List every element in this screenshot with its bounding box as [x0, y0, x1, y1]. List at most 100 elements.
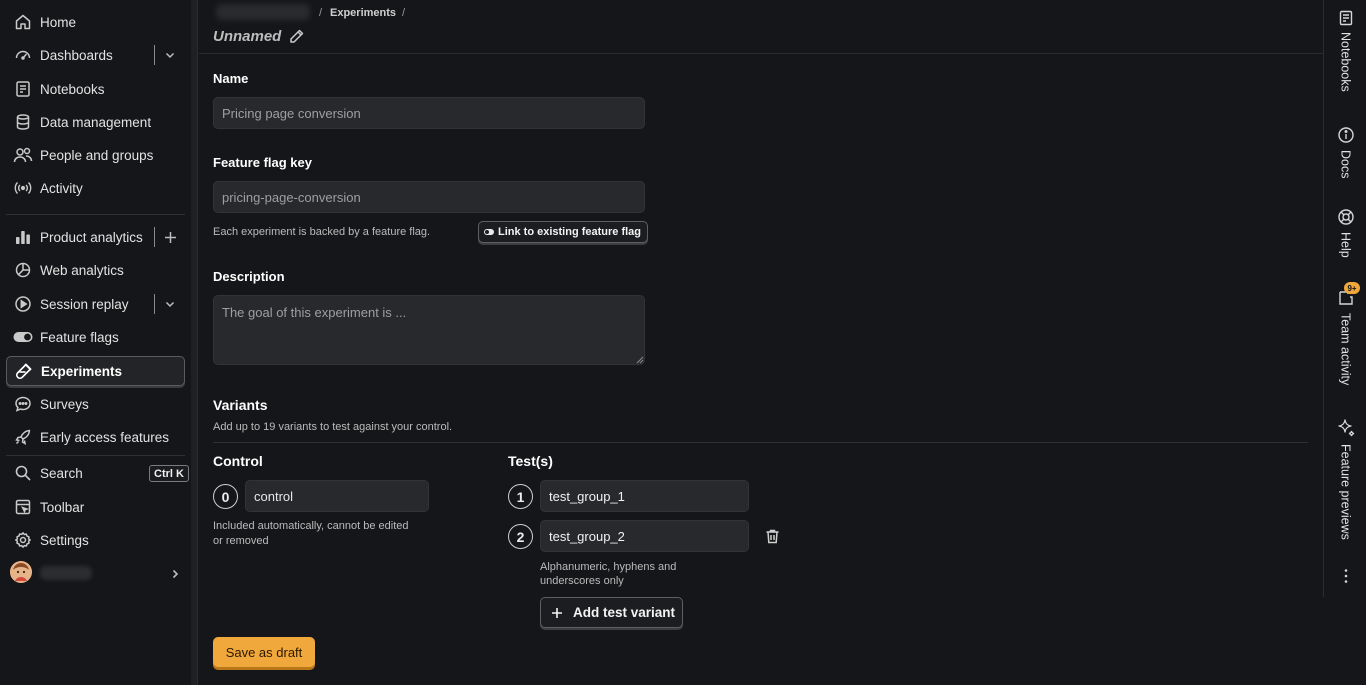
right-item-label: Notebooks: [1338, 32, 1353, 92]
sidebar-item-label: People and groups: [40, 147, 154, 163]
more-vertical-icon: [1343, 568, 1349, 584]
breadcrumb-separator: /: [319, 7, 323, 19]
page-title[interactable]: Unnamed: [213, 28, 281, 45]
sidebar-item-label: Web analytics: [40, 262, 124, 278]
chevron-down-icon[interactable]: [162, 47, 178, 63]
right-item-feature-previews[interactable]: Feature previews: [1324, 418, 1366, 540]
control-title: Control: [213, 453, 263, 469]
divider: [154, 294, 155, 314]
save-as-draft-button[interactable]: Save as draft: [213, 637, 315, 667]
main-content: / Experiments / Unnamed Name Pricing pag…: [199, 0, 1323, 597]
bar-chart-icon: [13, 227, 33, 247]
sidebar-item-label: Session replay: [40, 296, 129, 312]
right-item-label: Help: [1338, 232, 1353, 258]
sidebar-item-label: Activity: [40, 180, 83, 196]
feature-flag-key-input[interactable]: pricing-page-conversion: [213, 181, 645, 213]
tests-help-text-line2: underscores only: [540, 575, 624, 587]
feature-flag-help-text: Each experiment is backed by a feature f…: [213, 226, 431, 238]
people-icon: [13, 145, 33, 165]
play-icon: [13, 294, 33, 314]
sidebar-item-label: Surveys: [40, 396, 89, 412]
link-existing-flag-button[interactable]: Link to existing feature flag: [478, 221, 649, 243]
sparkle-icon: [1336, 418, 1356, 438]
add-test-variant-button[interactable]: Add test variant: [540, 597, 683, 628]
plus-icon: [551, 607, 563, 619]
sidebar-resize-handle[interactable]: [191, 0, 198, 685]
link-existing-flag-label: Link to existing feature flag: [498, 226, 642, 238]
sidebar-item-label: Dashboards: [40, 47, 113, 63]
tests-help-text-line1: Alphanumeric, hyphens and: [540, 561, 677, 573]
sidebar-item-product-analytics[interactable]: Product analytics: [6, 222, 185, 252]
right-item-label: Team activity: [1338, 313, 1353, 386]
variant-index-badge: 2: [508, 524, 533, 549]
control-help-text-line1: Included automatically, cannot be edited: [213, 520, 409, 532]
search-icon: [13, 463, 33, 483]
sidebar-item-web-analytics[interactable]: Web analytics: [6, 255, 185, 285]
flask-icon: [14, 361, 34, 381]
chevron-down-icon[interactable]: [162, 296, 178, 312]
home-icon: [13, 12, 33, 32]
sidebar-item-activity[interactable]: Activity: [6, 173, 185, 203]
right-item-label: Docs: [1338, 150, 1353, 179]
right-item-notebooks[interactable]: Notebooks: [1324, 10, 1366, 92]
tests-title: Test(s): [508, 453, 553, 469]
sidebar-item-label: Home: [40, 14, 77, 30]
left-sidebar: Home Dashboards Notebooks Data managemen…: [0, 0, 191, 685]
divider: [154, 45, 155, 65]
sidebar-item-label: Feature flags: [40, 329, 119, 345]
sidebar-item-label: Search: [40, 465, 83, 481]
pencil-icon[interactable]: [288, 28, 305, 45]
rocket-icon: [13, 427, 33, 447]
database-icon: [13, 112, 33, 132]
trash-icon[interactable]: [764, 528, 781, 545]
toolbar-icon: [13, 497, 33, 517]
sidebar-item-label: Toolbar: [40, 499, 85, 515]
notebook-icon: [13, 79, 33, 99]
sidebar-item-feature-flags[interactable]: Feature flags: [6, 322, 185, 352]
sidebar-item-label: Notebooks: [40, 81, 105, 97]
lifebuoy-icon: [1337, 208, 1355, 226]
sidebar-item-notebooks[interactable]: Notebooks: [6, 74, 185, 104]
resize-handle-icon[interactable]: [636, 356, 644, 364]
breadcrumb-experiments[interactable]: Experiments: [330, 7, 396, 19]
sidebar-item-settings[interactable]: Settings: [6, 525, 185, 555]
sidebar-item-session-replay[interactable]: Session replay: [6, 289, 185, 319]
sidebar-item-toolbar[interactable]: Toolbar: [6, 492, 185, 522]
name-input[interactable]: Pricing page conversion: [213, 97, 645, 129]
control-variant-input: control: [245, 480, 429, 512]
notification-badge: 9+: [1344, 282, 1360, 294]
avatar[interactable]: [10, 561, 32, 583]
info-icon: [1337, 126, 1355, 144]
page-header: / Experiments / Unnamed: [199, 0, 1323, 54]
sidebar-item-data-management[interactable]: Data management: [6, 107, 185, 137]
test-variant-input[interactable]: test_group_1: [540, 480, 749, 512]
divider: [6, 455, 185, 456]
chat-icon: [13, 394, 33, 414]
chevron-right-icon[interactable]: [167, 566, 183, 582]
sidebar-item-surveys[interactable]: Surveys: [6, 389, 185, 419]
sidebar-item-label: Product analytics: [40, 229, 143, 245]
name-label: Name: [213, 71, 249, 86]
activity-icon: [13, 178, 33, 198]
sidebar-item-dashboards[interactable]: Dashboards: [6, 40, 185, 70]
sidebar-item-label: Experiments: [41, 363, 123, 379]
right-item-help[interactable]: Help: [1324, 208, 1366, 258]
notebook-icon: [1338, 10, 1354, 26]
sidebar-item-early-access-features[interactable]: Early access features: [6, 422, 185, 452]
plus-icon[interactable]: [162, 229, 178, 245]
right-sidebar: Notebooks Docs Help Team activity Featur…: [1323, 0, 1366, 597]
right-item-docs[interactable]: Docs: [1324, 126, 1366, 178]
right-item-team-activity[interactable]: Team activity: [1324, 289, 1366, 385]
control-help-text-line2: or removed: [213, 535, 269, 547]
test-variant-input[interactable]: test_group_2: [540, 520, 749, 552]
description-textarea[interactable]: The goal of this experiment is ...: [213, 295, 645, 365]
divider: [213, 442, 1308, 443]
breadcrumb-separator: /: [402, 7, 406, 19]
sidebar-item-home[interactable]: Home: [6, 7, 185, 37]
sidebar-item-experiments[interactable]: Experiments: [6, 356, 185, 386]
breadcrumb-project-redacted[interactable]: [216, 4, 310, 20]
sidebar-item-people-and-groups[interactable]: People and groups: [6, 140, 185, 170]
more-menu-button[interactable]: [1324, 568, 1366, 584]
feature-flag-key-label: Feature flag key: [213, 155, 312, 170]
variants-title: Variants: [213, 397, 268, 413]
